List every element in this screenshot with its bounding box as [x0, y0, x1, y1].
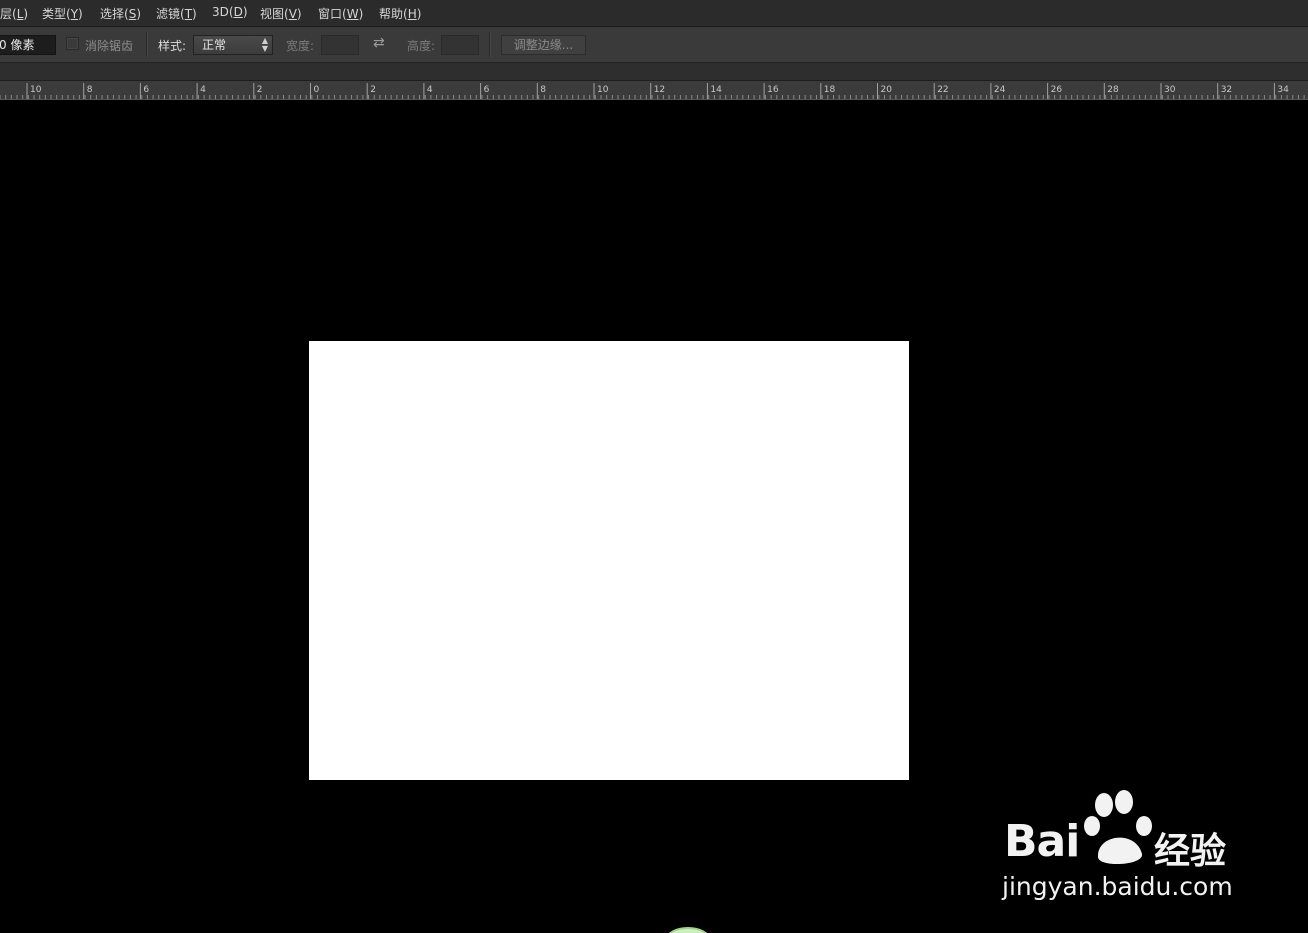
menu-select[interactable]: 选择(S) [100, 5, 141, 22]
menu-window[interactable]: 窗口(W) [318, 5, 363, 22]
ruler-tick-label: 8 [540, 85, 546, 95]
divider [146, 32, 148, 57]
ruler-tick-label: 32 [1221, 85, 1232, 95]
ruler-tick-label: 16 [767, 85, 779, 95]
ruler-tick-label: 4 [200, 85, 206, 95]
options-bar: 0 像素 消除锯齿 样式: 正常 ▲ ▼ 宽度: ⇄ 高度: 调整边缘... [0, 27, 1308, 63]
ruler-tick-label: 6 [143, 85, 149, 95]
ruler-tick-label: 2 [370, 85, 376, 95]
ruler-tick-label: 10 [597, 85, 609, 95]
ruler-tick-label: 4 [427, 85, 433, 95]
baidu-jingyan-watermark: Bai du 经验 jingyan.baidu.com [1000, 790, 1240, 905]
updown-arrows-icon: ▲ ▼ [261, 36, 268, 53]
ruler-tick-label: 20 [881, 85, 893, 95]
feather-input[interactable]: 0 像素 [0, 35, 56, 55]
ruler-tick-label: 0 [314, 85, 320, 95]
menu-filter[interactable]: 滤镜(T) [156, 5, 197, 22]
style-select[interactable]: 正常 ▲ ▼ [193, 35, 273, 55]
ruler-tick-label: 18 [824, 85, 836, 95]
width-label: 宽度: [286, 39, 315, 53]
ruler-tick-label: 10 [30, 85, 42, 95]
horizontal-ruler[interactable]: 10 8 6 4 2 0 2 4 6 8 10 12 14 16 18 20 22 24 26 28 30 32 34 [0, 81, 1308, 100]
ruler-tick-label: 2 [257, 85, 263, 95]
paw-logo-icon [1084, 790, 1152, 865]
document-tab-strip [0, 63, 1308, 81]
ruler-tick-label: 26 [1051, 85, 1063, 95]
menu-help[interactable]: 帮助(H) [379, 5, 421, 22]
ruler-tick-label: 28 [1107, 85, 1119, 95]
watermark-jingyan-text: 经验 [1154, 831, 1227, 872]
style-label: 样式: [158, 39, 187, 53]
ruler-tick-label: 8 [87, 85, 93, 95]
ruler-tick-label: 14 [710, 85, 722, 95]
menu-layer[interactable]: 层(L) [0, 5, 28, 22]
watermark-url: jingyan.baidu.com [1002, 872, 1233, 901]
menu-3d[interactable]: 3D(D) [212, 5, 248, 19]
refine-edge-button[interactable]: 调整边缘... [501, 35, 586, 55]
ruler-tick-label: 22 [937, 85, 948, 95]
antialias-label: 消除锯齿 [85, 39, 134, 53]
menu-bar: 层(L) 类型(Y) 选择(S) 滤镜(T) 3D(D) 视图(V) 窗口(W)… [0, 0, 1308, 27]
style-select-value: 正常 [202, 38, 227, 52]
menu-view[interactable]: 视图(V) [260, 5, 302, 22]
antialias-checkbox[interactable] [66, 37, 79, 50]
document-canvas[interactable] [309, 341, 909, 780]
ruler-tick-label: 30 [1164, 85, 1176, 95]
ruler-tick-label: 6 [484, 85, 490, 95]
width-input[interactable] [321, 35, 359, 55]
ruler-ticks: 10 8 6 4 2 0 2 4 6 8 10 12 14 16 18 20 22 24 26 28 30 32 34 [0, 83, 1305, 99]
height-input[interactable] [441, 35, 479, 55]
divider [489, 32, 491, 57]
height-label: 高度: [407, 39, 436, 53]
ruler-tick-label: 34 [1277, 85, 1289, 95]
menu-type[interactable]: 类型(Y) [42, 5, 83, 22]
swap-arrows-icon[interactable]: ⇄ [373, 35, 385, 51]
ruler-tick-label: 24 [994, 85, 1006, 95]
ruler-tick-label: 12 [654, 85, 665, 95]
